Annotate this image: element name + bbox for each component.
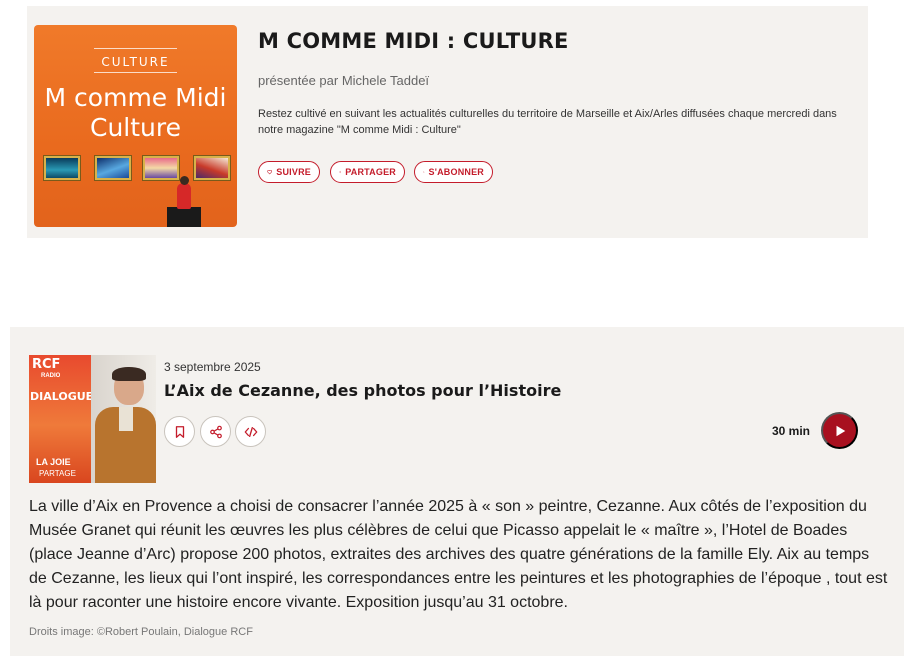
- dialogue-banner-text: DIALOGUE: [30, 390, 94, 403]
- slogan-text: PARTAGE: [39, 469, 76, 478]
- share-episode-button[interactable]: [200, 416, 231, 447]
- embed-button[interactable]: [235, 416, 266, 447]
- subscribe-label: S'ABONNER: [428, 167, 484, 177]
- painting-frame-icon: [194, 156, 230, 180]
- follow-button[interactable]: SUIVRE: [258, 161, 320, 183]
- cover-divider: [94, 48, 177, 49]
- show-presenter: présentée par Michele Taddeï: [258, 73, 430, 88]
- play-button[interactable]: [821, 412, 858, 449]
- rcf-logo-sub: RADIO: [41, 373, 61, 379]
- cover-kicker: CULTURE: [101, 55, 170, 69]
- bookmark-button[interactable]: [164, 416, 195, 447]
- episode-thumbnail[interactable]: RCF RADIO DIALOGUE LA JOIE PARTAGE: [29, 355, 156, 483]
- cover-title-line: M comme Midi: [44, 83, 227, 112]
- heart-icon: [267, 170, 272, 175]
- slogan-text: LA JOIE: [36, 457, 71, 467]
- episode-date: 3 septembre 2025: [164, 360, 261, 374]
- visitor-figure: [177, 183, 191, 209]
- painting-frame-icon: [95, 156, 131, 180]
- rss-icon: [423, 171, 425, 173]
- bench-shape: [167, 207, 201, 227]
- episode-description: La ville d’Aix en Provence a choisi de c…: [29, 498, 888, 611]
- episode-title[interactable]: L’Aix de Cezanne, des photos pour l’Hist…: [164, 381, 561, 400]
- episode-card: RCF RADIO DIALOGUE LA JOIE PARTAGE 3 sep…: [10, 327, 904, 656]
- person-collar: [119, 407, 133, 431]
- code-icon: [244, 426, 257, 437]
- cover-title-line: Culture: [89, 113, 181, 142]
- share-show-button[interactable]: PARTAGER: [330, 161, 405, 183]
- show-description: Restez cultivé en suivant les actualités…: [258, 108, 837, 136]
- bookmark-icon: [175, 425, 184, 438]
- play-icon: [836, 425, 845, 436]
- share-icon: [339, 171, 342, 173]
- cover-title: M comme Midi Culture: [34, 83, 237, 143]
- subscribe-button[interactable]: S'ABONNER: [414, 161, 493, 183]
- image-credit: Droits image: ©Robert Poulain, Dialogue …: [29, 626, 253, 638]
- visitor-head: [180, 176, 189, 185]
- share-icon: [209, 425, 222, 438]
- episode-duration: 30 min: [772, 424, 811, 438]
- follow-label: SUIVRE: [276, 167, 311, 177]
- cover-divider: [94, 72, 177, 73]
- rcf-logo: RCF: [32, 357, 61, 372]
- painting-frame-icon: [44, 156, 80, 180]
- painting-frame-icon: [143, 156, 179, 180]
- share-label: PARTAGER: [345, 167, 396, 177]
- show-cover-image[interactable]: CULTURE M comme Midi Culture: [34, 25, 237, 227]
- person-hair: [112, 367, 146, 381]
- show-header-card: CULTURE M comme Midi Culture M COMME MID…: [27, 6, 868, 238]
- show-title: M COMME MIDI : CULTURE: [258, 29, 569, 53]
